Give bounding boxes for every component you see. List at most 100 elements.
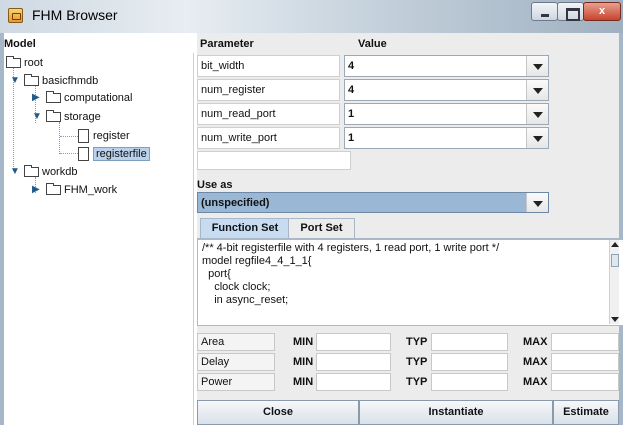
tree-node-registerfile[interactable]: registerfile [78, 146, 150, 162]
param-value-bit-width[interactable]: 4 [344, 55, 549, 77]
area-typ-field[interactable] [431, 333, 508, 351]
tree-node-label: registerfile [93, 147, 150, 161]
tree-node-label: register [93, 130, 130, 142]
tree-node-root[interactable]: root [6, 55, 43, 71]
tree-node-workdb[interactable]: ▼ workdb [10, 164, 77, 180]
scroll-up-icon[interactable] [611, 242, 619, 247]
param-value-num-register[interactable]: 4 [344, 79, 549, 101]
metric-row-power: Power MIN TYP MAX [197, 373, 619, 391]
tree-node-register[interactable]: register [78, 128, 130, 144]
instantiate-button[interactable]: Instantiate [359, 400, 553, 425]
model-tree-header: Model [4, 38, 36, 50]
tree-node-fhm-work[interactable]: ▶ FHM_work [32, 182, 117, 198]
parameter-column-header: Parameter [200, 38, 254, 50]
code-line: in async_reset; [202, 294, 289, 306]
tree-node-computational[interactable]: ▶ computational [32, 90, 133, 106]
tree-connector [59, 122, 60, 154]
tab-function-set[interactable]: Function Set [200, 218, 290, 238]
folder-icon [24, 165, 39, 177]
value-column-header: Value [358, 38, 387, 50]
max-label: MAX [523, 336, 548, 348]
max-label: MAX [523, 356, 548, 368]
scroll-down-icon[interactable] [611, 317, 619, 322]
typ-label: TYP [406, 336, 428, 348]
button-bar: Close Instantiate Estimate [197, 400, 619, 425]
dropdown-arrow-icon[interactable] [526, 104, 548, 124]
delay-typ-field[interactable] [431, 353, 508, 371]
tree-node-label: basicfhmdb [42, 75, 99, 87]
use-as-dropdown[interactable]: (unspecified) [197, 192, 549, 213]
model-tree[interactable]: root ▼ basicfhmdb ▶ computational ▼ stor… [4, 53, 194, 425]
param-name-bit-width: bit_width [197, 55, 340, 77]
area-max-field[interactable] [551, 333, 619, 351]
code-line: clock clock; [202, 281, 271, 293]
close-window-button[interactable]: x [583, 2, 621, 21]
code-line: model regfile4_4_1_1{ [202, 255, 312, 267]
power-typ-field[interactable] [431, 373, 508, 391]
code-scrollbar[interactable] [609, 240, 619, 324]
area-min-field[interactable] [316, 333, 391, 351]
delay-max-field[interactable] [551, 353, 619, 371]
minimize-button[interactable] [531, 2, 558, 21]
file-icon [78, 129, 89, 143]
use-as-value: (unspecified) [201, 197, 270, 209]
typ-label: TYP [406, 356, 428, 368]
maximize-button[interactable] [557, 2, 584, 21]
expanded-handle-icon[interactable]: ▼ [32, 112, 42, 122]
param-value-num-read-port[interactable]: 1 [344, 103, 549, 125]
tab-bar: Function Set Port Set [197, 218, 619, 239]
min-label: MIN [293, 356, 314, 368]
param-name-num-write-port: num_write_port [197, 127, 340, 149]
delay-min-field[interactable] [316, 353, 391, 371]
param-name-num-register: num_register [197, 79, 340, 101]
param-empty-row [197, 151, 351, 170]
metric-name: Area [197, 333, 275, 351]
folder-icon [46, 183, 61, 195]
tree-node-storage[interactable]: ▼ storage [32, 109, 101, 125]
metric-name: Delay [197, 353, 275, 371]
folder-icon [46, 110, 61, 122]
dropdown-arrow-icon[interactable] [526, 80, 548, 100]
dropdown-arrow-icon[interactable] [526, 56, 548, 76]
dropdown-arrow-icon[interactable] [526, 193, 548, 212]
scrollbar-thumb[interactable] [611, 254, 619, 267]
folder-icon [24, 74, 39, 86]
collapsed-handle-icon[interactable]: ▶ [32, 185, 42, 195]
power-max-field[interactable] [551, 373, 619, 391]
folder-icon [6, 56, 21, 68]
tree-node-basicfhmdb[interactable]: ▼ basicfhmdb [10, 73, 98, 89]
window-title: FHM Browser [32, 7, 118, 23]
min-label: MIN [293, 376, 314, 388]
tree-node-label: computational [64, 92, 133, 104]
metric-row-delay: Delay MIN TYP MAX [197, 353, 619, 371]
close-button[interactable]: Close [197, 400, 359, 425]
use-as-label: Use as [197, 179, 233, 191]
dropdown-arrow-icon[interactable] [526, 128, 548, 148]
tab-port-set[interactable]: Port Set [288, 218, 355, 238]
param-value-text: 4 [348, 60, 355, 72]
typ-label: TYP [406, 376, 428, 388]
expanded-handle-icon[interactable]: ▼ [10, 167, 20, 177]
tree-node-label: workdb [42, 166, 78, 178]
window-titlebar[interactable]: FHM Browser x [0, 0, 623, 33]
tree-connector [60, 153, 78, 154]
param-value-text: 4 [348, 84, 355, 96]
expanded-handle-icon[interactable]: ▼ [10, 76, 20, 86]
tree-connector [60, 136, 78, 137]
function-code-editor[interactable]: /** 4-bit registerfile with 4 registers,… [197, 239, 623, 326]
param-name-num-read-port: num_read_port [197, 103, 340, 125]
param-value-num-write-port[interactable]: 1 [344, 127, 549, 149]
param-value-text: 1 [348, 132, 355, 144]
window-frame-right [619, 33, 623, 425]
estimate-button[interactable]: Estimate [553, 400, 619, 425]
tree-node-label: storage [64, 111, 101, 123]
param-value-text: 1 [348, 108, 355, 120]
file-icon [78, 147, 89, 161]
power-min-field[interactable] [316, 373, 391, 391]
metric-row-area: Area MIN TYP MAX [197, 333, 619, 351]
tree-node-label: FHM_work [64, 184, 118, 196]
tree-node-label: root [24, 57, 43, 69]
collapsed-handle-icon[interactable]: ▶ [32, 93, 42, 103]
code-line: /** 4-bit registerfile with 4 registers,… [202, 242, 500, 254]
min-label: MIN [293, 336, 314, 348]
